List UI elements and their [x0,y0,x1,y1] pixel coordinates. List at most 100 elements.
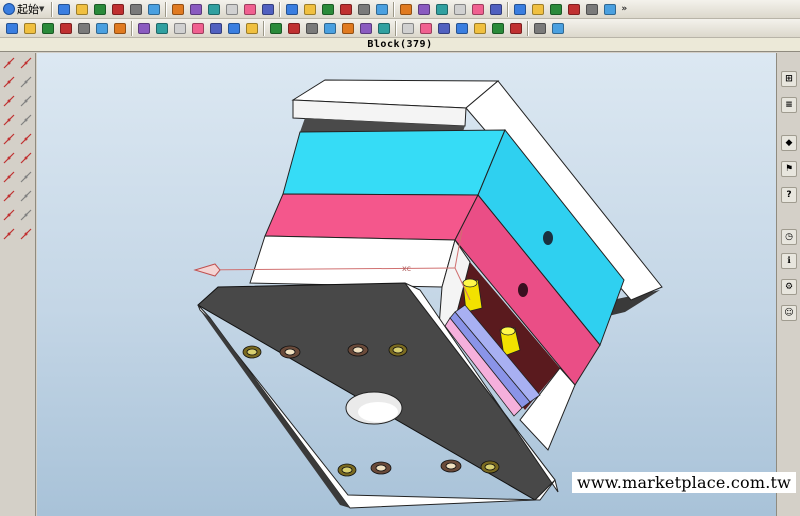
surface-icon[interactable] [472,21,488,36]
toolbar-overflow-button[interactable]: » [621,4,627,14]
blend-icon[interactable] [454,21,470,36]
polygon-icon[interactable] [19,92,33,109]
book-icon[interactable] [602,2,618,17]
shaded-icon[interactable] [242,2,258,17]
rotate-icon[interactable] [284,2,300,17]
boolean-icon[interactable] [190,21,206,36]
curve-icon[interactable] [530,2,546,17]
paste-icon[interactable] [146,2,162,17]
solid-cube-icon[interactable] [338,2,354,17]
pan-icon[interactable] [302,2,318,17]
fillet-icon[interactable] [548,2,564,17]
explode-icon[interactable] [172,21,188,36]
offset-icon[interactable] [436,21,452,36]
tree-icon[interactable]: ⊞ [781,71,797,87]
ruler-icon[interactable] [452,2,468,17]
rib-icon[interactable] [244,21,260,36]
toolbar-separator [263,20,265,36]
toolbar-separator [395,20,397,36]
measure-icon[interactable] [398,2,414,17]
pink-plate-front [264,193,479,241]
face-icon[interactable] [512,2,528,17]
part-icon[interactable] [4,21,20,36]
3d-viewport[interactable]: xc [37,53,776,516]
trim-icon[interactable] [400,21,416,36]
start-menu-button[interactable]: 起始 ▼ [0,1,49,17]
zoom-icon[interactable] [260,2,276,17]
info-icon[interactable]: ℹ [781,253,797,269]
rect-icon[interactable] [2,92,16,109]
frame-icon[interactable] [224,2,240,17]
axis-icon[interactable] [76,21,92,36]
component-icon[interactable] [136,21,152,36]
sweep-icon[interactable] [508,21,524,36]
spline-icon[interactable] [2,111,16,128]
split-icon[interactable] [376,21,392,36]
trim-icon[interactable] [2,130,16,147]
rotate-body-icon[interactable] [358,21,374,36]
layers-icon[interactable]: ≡ [781,97,797,113]
extend-icon[interactable] [19,130,33,147]
toolbar-separator [507,1,510,17]
save-icon[interactable] [92,2,108,17]
settings-icon[interactable] [550,21,566,36]
mold-assembly-model: xc [193,79,663,509]
point-icon[interactable] [94,21,110,36]
mirror-icon[interactable] [19,149,33,166]
thread-icon[interactable] [286,21,302,36]
move-icon[interactable] [340,21,356,36]
history-icon[interactable]: ◷ [781,229,797,245]
shell-icon[interactable] [208,21,224,36]
hole-icon[interactable] [268,21,284,36]
new-file-icon[interactable] [56,2,72,17]
chamfer-icon[interactable] [19,168,33,185]
layer-icon[interactable] [434,2,450,17]
shade-mode-icon[interactable] [356,2,372,17]
undo-icon[interactable] [188,2,204,17]
draft-icon[interactable] [226,21,242,36]
library-icon[interactable]: ⚑ [781,161,797,177]
point-icon[interactable] [19,111,33,128]
open-folder-icon[interactable] [74,2,90,17]
assembly-icon[interactable] [112,21,128,36]
dimension-icon[interactable] [2,187,16,204]
fillet-icon[interactable] [2,168,16,185]
chamfer-icon[interactable] [566,2,582,17]
circle-icon[interactable] [19,73,33,90]
constraint-icon[interactable] [19,187,33,204]
select-icon[interactable] [2,54,16,71]
arc-icon[interactable] [2,73,16,90]
offset-icon[interactable] [2,149,16,166]
line-icon[interactable] [19,54,33,71]
appearance-icon[interactable] [416,2,432,17]
toolbar-separator [393,1,396,17]
yellow-pin-1-top [462,278,478,288]
dimension-icon[interactable] [470,2,486,17]
revolve-icon[interactable] [532,21,548,36]
pattern-icon[interactable] [584,2,600,17]
hole-cyan-side [543,231,553,245]
select-icon[interactable] [206,2,222,17]
mirror-icon[interactable] [304,21,320,36]
cut-icon[interactable] [110,2,126,17]
project-icon[interactable] [2,225,16,242]
users-icon[interactable]: ☺ [781,305,797,321]
active-select-icon[interactable] [374,2,390,17]
hole-icon[interactable] [2,206,16,223]
copy-icon[interactable] [128,2,144,17]
help-icon[interactable]: ? [781,187,797,203]
scale-icon[interactable] [322,21,338,36]
palette-icon[interactable]: ◆ [781,135,797,151]
loft-icon[interactable] [490,21,506,36]
pattern-icon[interactable] [19,206,33,223]
view-icon[interactable] [320,2,336,17]
extend-icon[interactable] [418,21,434,36]
feature-icon[interactable] [22,21,38,36]
plane-icon[interactable] [58,21,74,36]
intersect-icon[interactable] [19,225,33,242]
mate-icon[interactable] [154,21,170,36]
edge-icon[interactable] [488,2,504,17]
sketch-icon[interactable] [40,21,56,36]
delete-icon[interactable] [170,2,186,17]
settings-icon[interactable]: ⚙ [781,279,797,295]
